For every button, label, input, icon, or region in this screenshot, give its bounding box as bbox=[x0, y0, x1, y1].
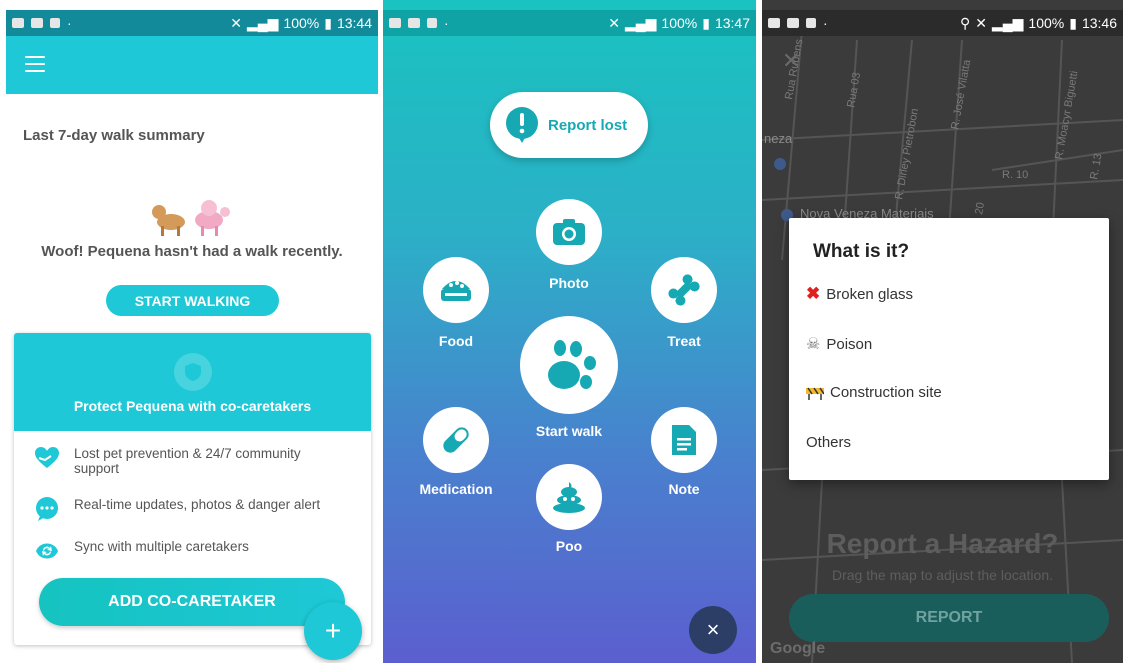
battery-text: 100% bbox=[283, 15, 320, 31]
note-icon bbox=[672, 425, 696, 455]
status-bar: · ✕ ▂▄▆ 100% ▮ 13:47 bbox=[383, 10, 756, 36]
start-walk-button[interactable] bbox=[520, 316, 618, 414]
signal-icon: ▂▄▆ bbox=[624, 14, 657, 31]
report-button[interactable]: REPORT bbox=[789, 594, 1109, 642]
location-icon: ⚲ bbox=[959, 14, 971, 31]
no-walk-message: Woof! Pequena hasn't had a walk recently… bbox=[41, 243, 343, 260]
medication-button[interactable] bbox=[423, 407, 489, 473]
option-poison[interactable]: ☠ Poison bbox=[806, 334, 872, 354]
add-co-caretaker-button[interactable]: ADD CO-CARETAKER bbox=[39, 578, 345, 626]
report-lost-button[interactable]: Report lost bbox=[490, 92, 648, 158]
heart-hand-icon bbox=[35, 447, 59, 468]
google-logo: Google bbox=[770, 640, 826, 657]
hazard-subtitle: Drag the map to adjust the location. bbox=[831, 567, 1054, 583]
construction-barrier-icon bbox=[806, 387, 824, 400]
note-label: Note bbox=[668, 481, 700, 497]
dogs-illustration bbox=[152, 200, 230, 236]
option-construction-site[interactable]: Construction site bbox=[806, 384, 942, 401]
alert-badge-icon bbox=[506, 107, 538, 143]
map-label-street: 20 bbox=[973, 201, 987, 215]
mute-icon: ✕ bbox=[975, 14, 987, 31]
chat-bubble-icon bbox=[36, 497, 58, 521]
option-label: Broken glass bbox=[826, 285, 913, 303]
treat-button[interactable] bbox=[651, 257, 717, 323]
mute-icon: ✕ bbox=[608, 14, 620, 31]
poo-icon bbox=[553, 482, 585, 513]
feature-item: Lost pet prevention & 24/7 community sup… bbox=[34, 446, 334, 476]
close-icon[interactable]: ✕ bbox=[782, 48, 800, 74]
sync-icon bbox=[36, 543, 58, 559]
battery-icon: ▮ bbox=[324, 14, 332, 31]
screen-report-hazard: Rua Rubens Groff Rua 03 R. Dirley Pietro… bbox=[762, 0, 1123, 663]
treat-label: Treat bbox=[667, 333, 701, 349]
photo-label: Photo bbox=[549, 275, 589, 291]
food-label: Food bbox=[438, 333, 474, 349]
battery-text: 100% bbox=[661, 15, 698, 31]
map-label-street: R. 10 bbox=[1002, 169, 1028, 181]
battery-icon: ▮ bbox=[1069, 14, 1077, 31]
clock: 13:44 bbox=[336, 15, 372, 31]
skull-icon: ☠ bbox=[806, 336, 821, 353]
start-walking-button[interactable]: START WALKING bbox=[106, 285, 279, 316]
food-button[interactable] bbox=[423, 257, 489, 323]
feature-item: Sync with multiple caretakers bbox=[34, 539, 249, 563]
summary-title: Last 7-day walk summary bbox=[23, 127, 205, 144]
clock: 13:47 bbox=[714, 15, 750, 31]
app-bar bbox=[6, 36, 378, 94]
screen-action-menu: · ✕ ▂▄▆ 100% ▮ 13:47 Report lost Photo F… bbox=[383, 0, 756, 663]
status-bar: · ✕ ▂▄▆ 100% ▮ 13:44 bbox=[6, 10, 378, 36]
co-caretaker-card: Protect Pequena with co-caretakers Lost … bbox=[14, 333, 371, 645]
option-label: Construction site bbox=[830, 384, 942, 401]
shield-icon bbox=[174, 353, 212, 391]
note-button[interactable] bbox=[651, 407, 717, 473]
signal-icon: ▂▄▆ bbox=[246, 14, 279, 31]
start-walk-label: Start walk bbox=[535, 423, 603, 439]
poo-button[interactable] bbox=[536, 464, 602, 530]
photo-button[interactable] bbox=[536, 199, 602, 265]
poo-label: Poo bbox=[555, 538, 583, 554]
card-header: Protect Pequena with co-caretakers bbox=[14, 333, 371, 431]
report-lost-label: Report lost bbox=[548, 116, 628, 134]
clock: 13:46 bbox=[1081, 15, 1117, 31]
feature-text: Lost pet prevention & 24/7 community sup… bbox=[74, 446, 301, 476]
close-menu-button[interactable]: × bbox=[689, 606, 737, 654]
option-broken-glass[interactable]: ✖ Broken glass bbox=[806, 284, 913, 304]
bone-icon bbox=[668, 274, 700, 306]
card-title: Protect Pequena with co-caretakers bbox=[73, 398, 312, 414]
hazard-title: Report a Hazard? bbox=[826, 528, 1059, 559]
paw-icon bbox=[548, 340, 596, 389]
signal-icon: ▂▄▆ bbox=[991, 14, 1024, 31]
dialog-title: What is it? bbox=[813, 241, 910, 262]
medication-label: Medication bbox=[419, 481, 493, 497]
status-bar: · ⚲ ✕ ▂▄▆ 100% ▮ 13:46 bbox=[762, 10, 1123, 36]
hazard-type-dialog: What is it? ✖ Broken glass ☠ Poison Cons… bbox=[789, 218, 1109, 480]
battery-icon: ▮ bbox=[702, 14, 710, 31]
camera-icon bbox=[553, 219, 585, 245]
menu-icon[interactable] bbox=[25, 56, 45, 72]
map-label-place: neza bbox=[764, 131, 793, 146]
food-bowl-icon bbox=[441, 281, 471, 301]
battery-text: 100% bbox=[1028, 15, 1065, 31]
feature-text: Sync with multiple caretakers bbox=[74, 539, 249, 554]
add-fab-button[interactable]: + bbox=[304, 602, 362, 660]
pill-icon bbox=[443, 427, 469, 453]
feature-text: Real-time updates, photos & danger alert bbox=[74, 497, 321, 512]
option-others[interactable]: Others bbox=[806, 434, 851, 451]
option-label: Others bbox=[806, 434, 852, 451]
red-x-icon: ✖ bbox=[806, 284, 821, 303]
feature-item: Real-time updates, photos & danger alert bbox=[34, 497, 320, 521]
screen-walk-summary: · ✕ ▂▄▆ 100% ▮ 13:44 Last 7-day walk sum… bbox=[6, 0, 378, 663]
option-label: Poison bbox=[826, 335, 873, 353]
mute-icon: ✕ bbox=[230, 14, 242, 31]
